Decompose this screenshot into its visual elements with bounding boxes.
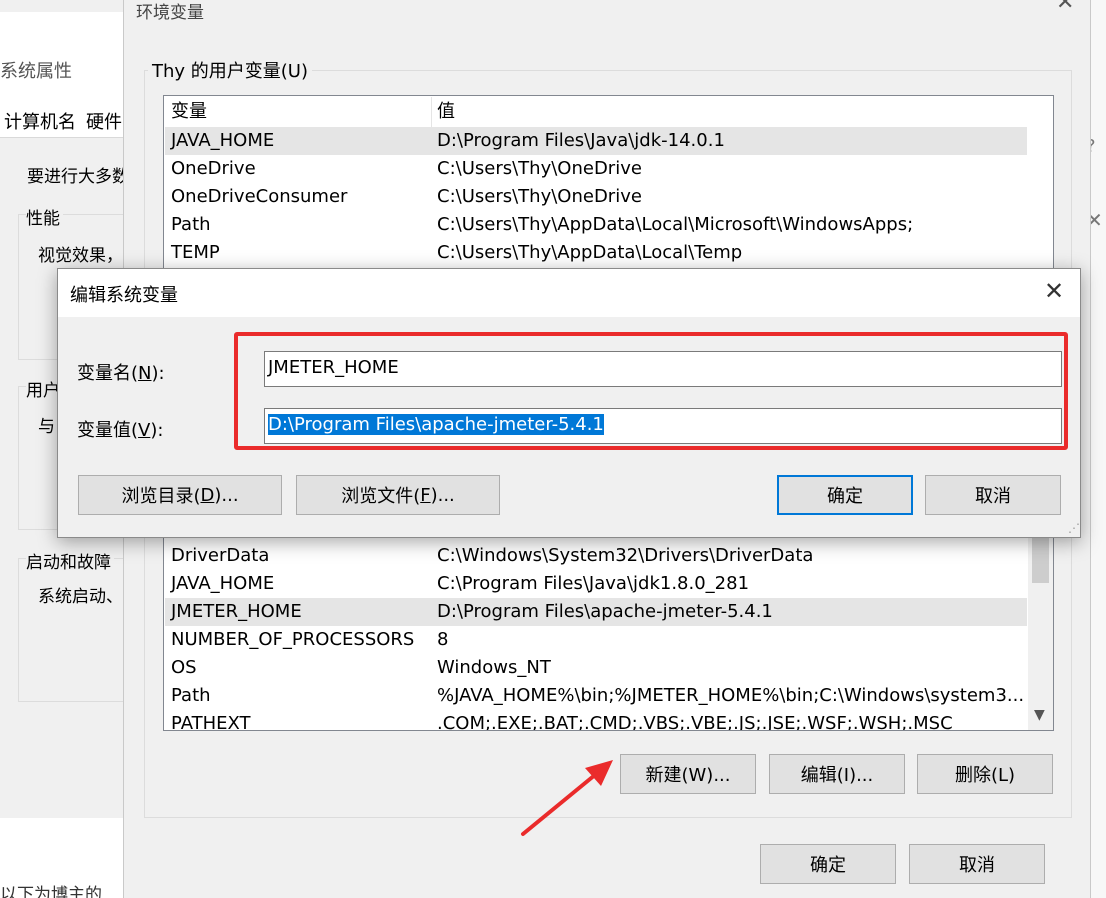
browse-file-button[interactable]: 浏览文件(F)... [296, 475, 500, 515]
label-text: 变量值( [77, 420, 139, 441]
dialog-cancel-button[interactable]: 取消 [925, 475, 1061, 515]
delete-variable-button[interactable]: 删除(L) [917, 754, 1053, 794]
label-text: 变量名( [77, 363, 139, 384]
var-value: 8 [437, 629, 449, 650]
label-text: ): [150, 420, 164, 441]
button-access-key: D [200, 484, 215, 506]
table-row[interactable]: OS Windows_NT [165, 654, 1027, 682]
var-name: JMETER_HOME [171, 601, 302, 622]
var-value: Windows_NT [437, 657, 551, 678]
var-name: DriverData [171, 545, 270, 566]
performance-text: 视觉效果， [38, 246, 123, 266]
var-name: OneDrive [171, 158, 256, 179]
label-access-key: V [138, 420, 151, 441]
tab-computer-name[interactable]: 计算机名 [4, 108, 76, 134]
scroll-down-icon[interactable]: ▼ [1034, 707, 1045, 723]
var-name: Path [171, 214, 211, 235]
edit-variable-button[interactable]: 编辑(I)... [769, 754, 905, 794]
button-access-key: F [420, 484, 431, 506]
column-variable[interactable]: 变量 [171, 97, 207, 127]
var-name: OS [171, 657, 197, 678]
scrollbar-thumb[interactable] [1032, 533, 1049, 583]
dialog-titlebar [58, 269, 1080, 317]
var-value: D:\Program Files\Java\jdk-14.0.1 [437, 130, 725, 151]
column-separator [431, 97, 432, 127]
table-row[interactable]: Path %JAVA_HOME%\bin;%JMETER_HOME%\bin;C… [165, 682, 1027, 710]
var-name: Path [171, 685, 211, 706]
env-window-close-icon[interactable]: ✕ [1056, 0, 1074, 15]
table-row[interactable]: NUMBER_OF_PROCESSORS 8 [165, 626, 1027, 654]
var-name: JAVA_HOME [171, 573, 275, 594]
dialog-ok-button[interactable]: 确定 [777, 475, 913, 515]
var-value: C:\Users\Thy\OneDrive [437, 186, 642, 207]
label-text: ): [151, 363, 165, 384]
user-profiles-text: 与 [38, 417, 55, 437]
dialog-close-icon[interactable]: ✕ [1044, 277, 1064, 305]
button-text: )... [430, 484, 455, 506]
variable-value-label: 变量值(V): [77, 416, 163, 442]
var-value: D:\Program Files\apache-jmeter-5.4.1 [437, 601, 773, 622]
blog-bottom-text: 以下为博主的 [0, 885, 102, 898]
var-name: PATHEXT [171, 713, 251, 731]
sysprops-title: 系统属性 [0, 61, 72, 82]
sysprops-intro-text: 要进行大多数 [27, 167, 129, 187]
env-cancel-button[interactable]: 取消 [909, 844, 1045, 884]
table-row[interactable]: OneDrive C:\Users\Thy\OneDrive [165, 155, 1027, 183]
column-value[interactable]: 值 [437, 97, 455, 127]
table-row[interactable]: DriverData C:\Windows\System32\Drivers\D… [165, 542, 1027, 570]
user-variables-group-label: Thy 的用户变量(U) [148, 57, 312, 83]
var-value: .COM;.EXE;.BAT;.CMD;.VBS;.VBE;.JS;.JSE;.… [437, 713, 953, 731]
env-window-title: 环境变量 [136, 3, 204, 23]
label-access-key: N [138, 363, 152, 384]
table-row[interactable]: JAVA_HOME C:\Program Files\Java\jdk1.8.0… [165, 570, 1027, 598]
var-value: C:\Windows\System32\Drivers\DriverData [437, 545, 814, 566]
browse-directory-button[interactable]: 浏览目录(D)... [78, 475, 282, 515]
table-row[interactable]: JMETER_HOME D:\Program Files\apache-jmet… [165, 598, 1027, 626]
table-row[interactable]: PATHEXT .COM;.EXE;.BAT;.CMD;.VBS;.VBE;.J… [165, 710, 1027, 731]
performance-group-label: 性能 [26, 204, 63, 229]
button-text: 浏览文件( [341, 486, 421, 507]
annotation-arrow-icon [521, 760, 613, 836]
var-value: C:\Program Files\Java\jdk1.8.0_281 [437, 573, 750, 594]
button-text: )... [214, 484, 239, 506]
var-name: OneDriveConsumer [171, 186, 348, 207]
system-list-scrollbar[interactable]: ▼ [1028, 527, 1053, 730]
table-row[interactable]: OneDriveConsumer C:\Users\Thy\OneDrive [165, 183, 1027, 211]
tab-hardware[interactable]: 硬件 [86, 108, 122, 134]
user-variables-list[interactable]: 变量 值 JAVA_HOME D:\Program Files\Java\jdk… [163, 95, 1054, 270]
new-variable-button[interactable]: 新建(W)... [620, 754, 756, 794]
highlight-annotation-box [234, 332, 1068, 450]
system-variables-list[interactable]: DriverData C:\Windows\System32\Drivers\D… [163, 526, 1054, 731]
table-row[interactable]: Path C:\Users\Thy\AppData\Local\Microsof… [165, 211, 1027, 239]
var-value: C:\Users\Thy\OneDrive [437, 158, 642, 179]
table-row[interactable]: JAVA_HOME D:\Program Files\Java\jdk-14.0… [165, 127, 1027, 155]
var-value: C:\Users\Thy\AppData\Local\Temp [437, 242, 743, 263]
list-header: 变量 值 [165, 97, 1027, 127]
right-background-strip: ? ✕ [1086, 0, 1106, 898]
startup-text: 系统启动、 [38, 587, 123, 607]
var-value: %JAVA_HOME%\bin;%JMETER_HOME%\bin;C:\Win… [437, 685, 1025, 706]
resize-grip-icon[interactable]: ⋰ [1068, 521, 1080, 535]
var-name: JAVA_HOME [171, 130, 275, 151]
button-text: 浏览目录( [121, 486, 201, 507]
variable-name-label: 变量名(N): [77, 359, 165, 385]
env-ok-button[interactable]: 确定 [760, 844, 896, 884]
dialog-title: 编辑系统变量 [70, 285, 178, 306]
table-row[interactable]: TEMP C:\Users\Thy\AppData\Local\Temp [165, 239, 1027, 267]
startup-group-label: 启动和故障 [26, 548, 114, 573]
var-name: TEMP [171, 242, 220, 263]
var-value: C:\Users\Thy\AppData\Local\Microsoft\Win… [437, 214, 914, 235]
var-name: NUMBER_OF_PROCESSORS [171, 629, 415, 650]
